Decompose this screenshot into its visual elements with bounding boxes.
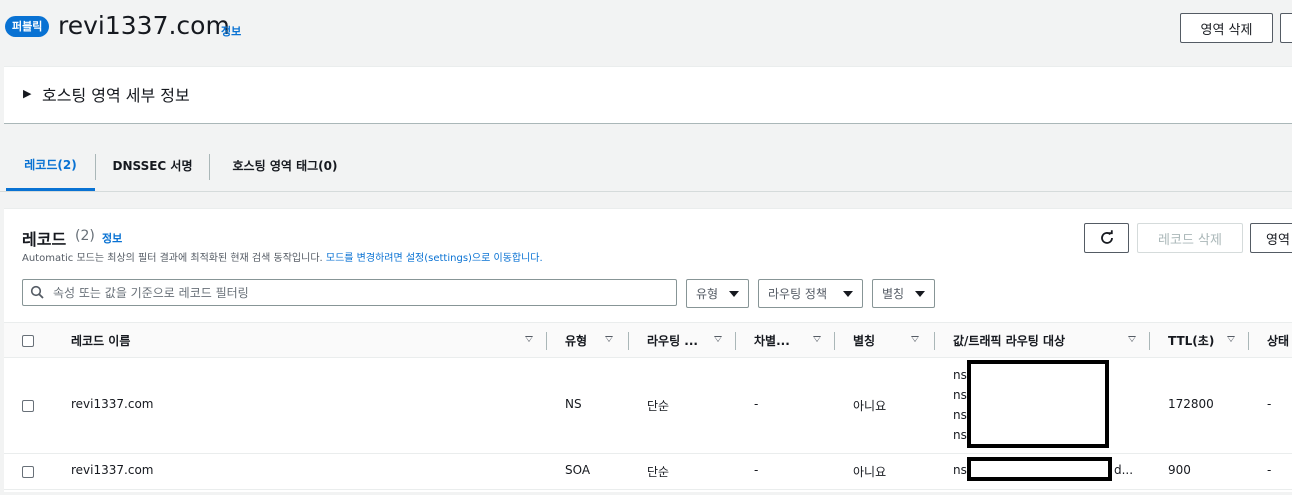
column-header-value[interactable]: 값/트래픽 라우팅 대상 [953, 323, 1103, 358]
search-icon [30, 285, 44, 299]
column-type-label: 유형 [565, 334, 588, 348]
delete-zone-button[interactable]: 영역 삭제 [1180, 13, 1273, 43]
record-ttl: 172800 [1168, 397, 1214, 411]
column-status-label: 상태 [1267, 334, 1290, 348]
routing-filter-select[interactable]: 라우팅 정책 [758, 279, 863, 308]
record-status: - [1267, 397, 1272, 411]
records-description-text: Automatic 모드는 최상의 필터 결과에 최적화된 현재 검색 동작입니… [22, 253, 323, 264]
record-status: - [1267, 463, 1272, 477]
record-type: SOA [565, 463, 591, 477]
column-divider [1248, 332, 1249, 350]
records-container: 레코드 (2) 정보 Automatic 모드는 최상의 필터 결과에 최적화된… [4, 208, 1292, 492]
records-description: Automatic 모드는 최상의 필터 결과에 최적화된 현재 검색 동작입니… [22, 249, 543, 264]
tab-dnssec[interactable]: DNSSEC 서명 [96, 140, 209, 191]
record-value-line: ns [953, 408, 967, 422]
sort-icon[interactable] [605, 336, 613, 342]
column-divider [934, 332, 935, 350]
delete-zone-label: 영역 삭제 [1200, 22, 1253, 38]
redaction-box [967, 360, 1109, 448]
record-differentiator: - [754, 397, 759, 411]
column-divider [1149, 332, 1150, 350]
redaction-box [967, 457, 1112, 481]
tab-records[interactable]: 레코드(2) [6, 140, 95, 191]
column-alias-label: 별칭 [853, 334, 876, 348]
settings-link[interactable]: 모드를 변경하려면 설정(settings)으로 이동합니다. [326, 253, 543, 264]
record-name: revi1337.com [71, 463, 154, 477]
routing-filter-label: 라우팅 정책 [768, 287, 828, 301]
select-all-checkbox[interactable] [22, 335, 34, 347]
public-badge: 퍼블릭 [5, 16, 50, 37]
hosted-zone-details-panel[interactable]: ▶ 호스팅 영역 세부 정보 [4, 66, 1292, 124]
record-alias: 아니요 [853, 399, 887, 413]
search-input[interactable] [53, 283, 663, 302]
column-header-type[interactable]: 유형 [565, 323, 605, 358]
alias-filter-label: 별칭 [882, 287, 905, 301]
sort-icon[interactable] [1128, 336, 1136, 342]
column-header-routing[interactable]: 라우팅 ... [647, 323, 709, 358]
page-header: 퍼블릭 revi1337.com 정보 영역 삭제 [0, 0, 1292, 60]
record-routing: 단순 [647, 465, 670, 479]
tab-bar: 레코드(2) DNSSEC 서명 호스팅 영역 태그(0) [0, 140, 1292, 192]
row-checkbox[interactable] [22, 466, 34, 478]
column-header-ttl[interactable]: TTL(초) [1168, 323, 1218, 358]
record-name: revi1337.com [71, 397, 154, 411]
records-table-header: 레코드 이름 유형 라우팅 ... 차별... 별칭 값/트래픽 라우팅 대상 … [4, 322, 1292, 358]
column-header-name[interactable]: 레코드 이름 [71, 323, 471, 358]
table-row[interactable]: revi1337.com SOA 단순 - 아니요 ns- d... 900 - [4, 454, 1292, 490]
record-type: NS [565, 397, 582, 411]
type-filter-select[interactable]: 유형 [686, 279, 749, 308]
column-header-differentiator[interactable]: 차별... [754, 323, 804, 358]
row-checkbox[interactable] [22, 400, 34, 412]
record-ttl: 900 [1168, 463, 1191, 477]
record-value-line: ns [953, 428, 967, 442]
import-zone-button[interactable]: 영역 [1250, 223, 1292, 253]
sort-icon[interactable] [714, 336, 722, 342]
sort-icon[interactable] [813, 336, 821, 342]
caret-down-icon [915, 291, 925, 297]
column-divider [546, 332, 547, 350]
sort-icon[interactable] [1227, 336, 1235, 342]
refresh-button[interactable] [1084, 223, 1129, 253]
record-differentiator: - [754, 463, 759, 477]
record-value-line: ns [953, 368, 967, 382]
record-routing: 단순 [647, 399, 670, 413]
sort-icon[interactable] [911, 336, 919, 342]
records-title: 레코드 [22, 230, 67, 249]
column-divider [628, 332, 629, 350]
record-alias: 아니요 [853, 465, 887, 479]
column-header-status[interactable]: 상태 [1267, 323, 1292, 358]
column-name-label: 레코드 이름 [71, 334, 131, 348]
caret-down-icon [843, 291, 853, 297]
column-value-label: 값/트래픽 라우팅 대상 [953, 334, 1066, 348]
details-title: 호스팅 영역 세부 정보 [42, 86, 190, 105]
hosted-zone-page: 퍼블릭 revi1337.com 정보 영역 삭제 ▶ 호스팅 영역 세부 정보… [0, 0, 1292, 495]
refresh-icon [1100, 230, 1113, 244]
record-value-list: ns ns ns ns [953, 365, 967, 445]
more-actions-button[interactable] [1280, 13, 1292, 43]
table-row[interactable]: revi1337.com NS 단순 - 아니요 ns ns ns ns 172… [4, 358, 1292, 454]
alias-filter-select[interactable]: 별칭 [872, 279, 935, 308]
column-diff-label: 차별... [754, 334, 790, 348]
sort-icon[interactable] [525, 336, 533, 342]
page-title: revi1337.com [58, 11, 230, 40]
record-value-line: ns [953, 388, 967, 402]
type-filter-label: 유형 [696, 287, 719, 301]
column-divider [834, 332, 835, 350]
import-zone-label: 영역 [1266, 232, 1290, 248]
caret-right-icon: ▶ [23, 87, 32, 100]
records-count: (2) [75, 228, 95, 244]
record-filter-search[interactable] [22, 279, 677, 306]
delete-record-button[interactable]: 레코드 삭제 [1137, 223, 1243, 253]
column-routing-label: 라우팅 ... [647, 334, 698, 348]
title-info-link[interactable]: 정보 [221, 23, 241, 39]
tab-zone-tags[interactable]: 호스팅 영역 태그(0) [210, 140, 360, 191]
records-info-link[interactable]: 정보 [102, 230, 122, 246]
caret-down-icon [729, 291, 739, 297]
column-header-alias[interactable]: 별칭 [853, 323, 893, 358]
record-value-suffix: d... [1114, 463, 1134, 477]
column-ttl-label: TTL(초) [1168, 334, 1215, 348]
column-divider [735, 332, 736, 350]
delete-record-label: 레코드 삭제 [1158, 232, 1222, 248]
